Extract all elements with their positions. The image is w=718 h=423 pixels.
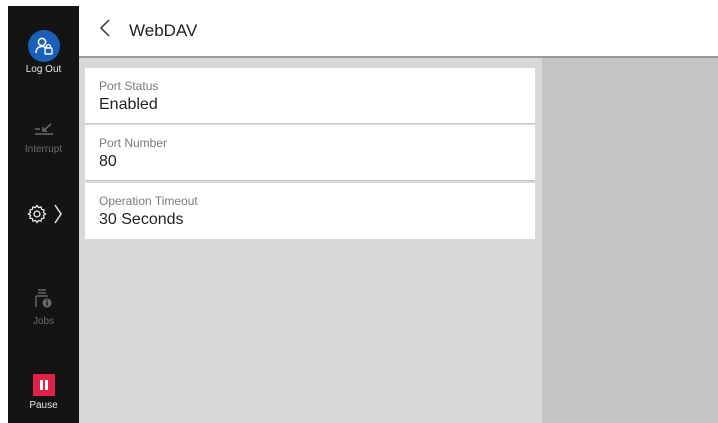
device-settings-button[interactable] [8,204,79,228]
pause-button[interactable]: Pause [8,374,79,411]
setting-port-status[interactable]: Port Status Enabled [85,68,535,124]
jobs-button[interactable]: Jobs [8,286,79,327]
gear-icon [26,203,48,230]
jobs-info-icon [8,286,79,310]
logout-button[interactable]: Log Out [8,30,79,75]
setting-label: Port Number [99,136,168,150]
pause-label: Pause [29,400,58,411]
interrupt-button[interactable]: Interrupt [8,118,79,155]
pause-icon [32,374,55,396]
sidebar: Log Out Interrupt Jobs Pause [8,6,79,423]
settings-list: Port Status Enabled Port Number 80 Opera… [79,58,542,423]
detail-panel [542,58,718,423]
user-logout-icon [27,30,60,62]
setting-value: Enabled [99,96,158,113]
interrupt-icon [8,118,79,142]
chevron-left-icon [99,18,111,43]
setting-value: 30 Seconds [99,211,184,228]
setting-port-number[interactable]: Port Number 80 [85,125,535,181]
setting-label: Operation Timeout [99,194,198,208]
setting-label: Port Status [99,79,159,93]
logout-label: Log Out [25,64,62,75]
back-button[interactable] [93,18,117,42]
jobs-label: Jobs [32,316,55,327]
page-header: WebDAV [79,6,718,58]
setting-value: 80 [99,153,117,170]
chevron-right-icon [53,203,62,230]
page-title: WebDAV [129,21,198,40]
setting-operation-timeout[interactable]: Operation Timeout 30 Seconds [85,183,535,239]
screen-frame: Log Out Interrupt Jobs Pause WebDAV Port… [0,0,718,423]
interrupt-label: Interrupt [24,144,63,155]
